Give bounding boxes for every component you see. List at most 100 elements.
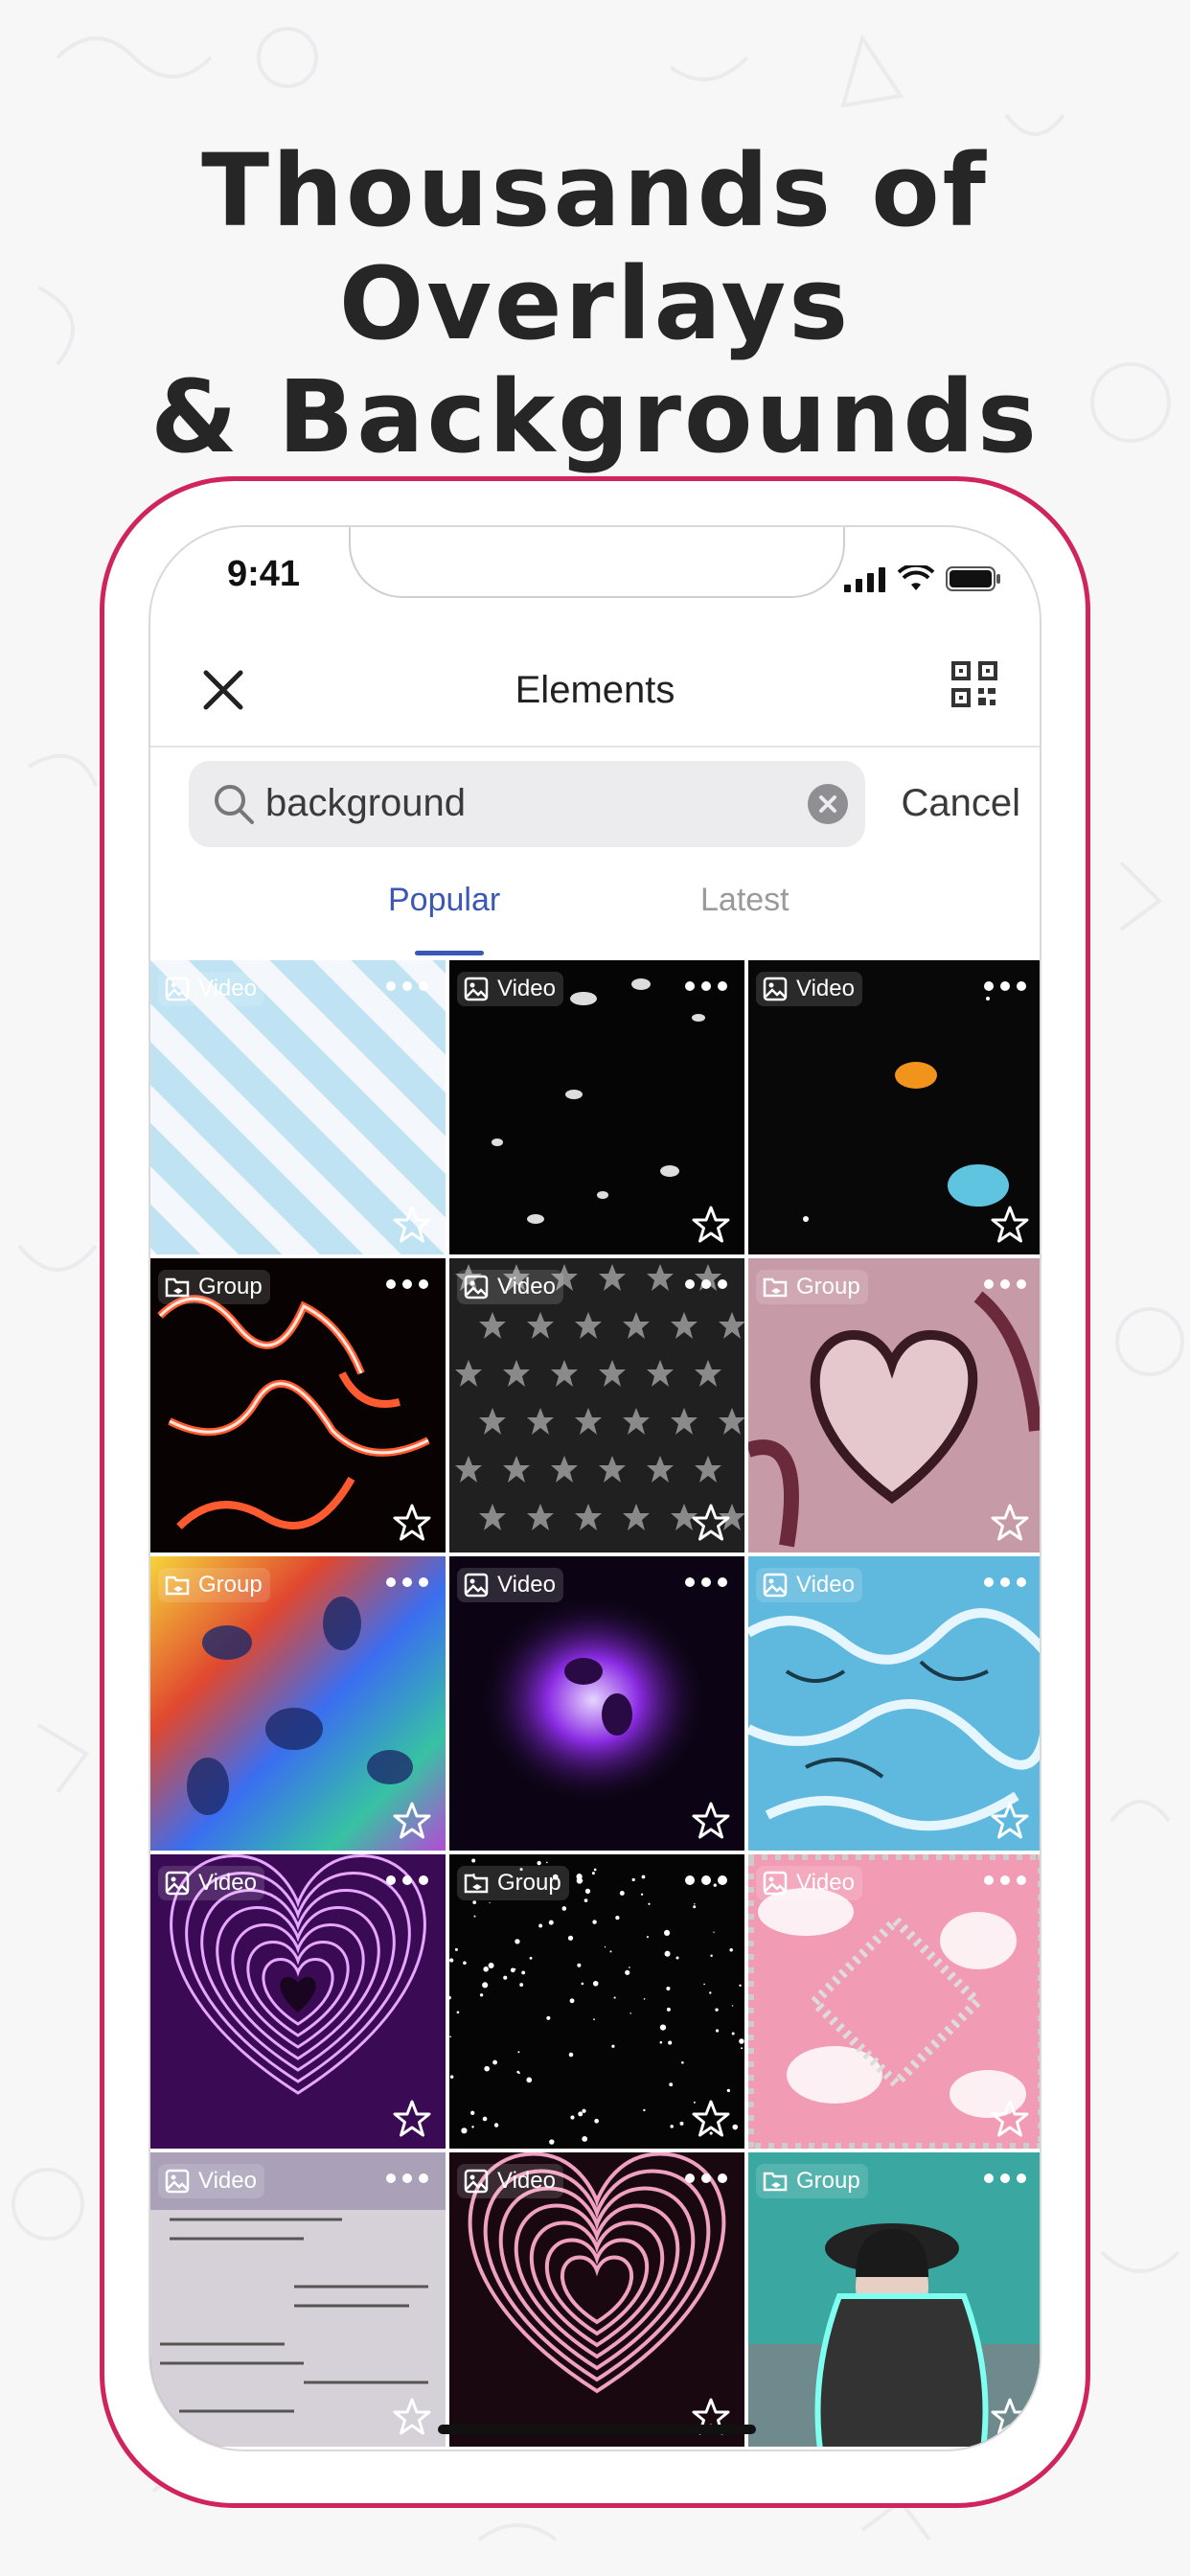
signal-icon: [844, 567, 885, 592]
image-icon: [763, 977, 788, 1001]
results-grid: Video Video Video Group Video Group Group Video…: [150, 960, 1040, 2447]
group-icon: [763, 2172, 788, 2192]
tile-type-badge: Video: [158, 1866, 264, 1900]
more-options-icon[interactable]: [683, 1874, 729, 1887]
cancel-button[interactable]: Cancel: [901, 782, 1020, 825]
favorite-star-icon[interactable]: [691, 1801, 731, 1841]
tile-type-label: Video: [497, 2168, 556, 2194]
tile-type-label: Video: [198, 976, 257, 1001]
element-tile[interactable]: Group: [748, 2152, 1040, 2447]
tile-type-badge: Group: [756, 2164, 868, 2198]
tile-type-label: Video: [198, 1870, 257, 1896]
image-icon: [763, 1871, 788, 1896]
favorite-star-icon[interactable]: [691, 1205, 731, 1245]
phone-notch: [349, 527, 845, 598]
image-icon: [464, 977, 489, 1001]
favorite-star-icon[interactable]: [990, 2397, 1030, 2437]
search-input[interactable]: background: [265, 782, 466, 825]
more-options-icon[interactable]: [683, 2172, 729, 2185]
tile-type-label: Group: [198, 1572, 263, 1598]
element-tile[interactable]: Video: [449, 1556, 744, 1851]
group-icon: [763, 1277, 788, 1298]
tile-type-label: Video: [796, 1572, 855, 1598]
element-tile[interactable]: Group: [449, 1854, 744, 2149]
tile-type-badge: Video: [756, 1866, 862, 1900]
battery-icon: [946, 566, 1000, 591]
favorite-star-icon[interactable]: [392, 2397, 432, 2437]
tile-type-label: Video: [497, 1274, 556, 1300]
tab-popular[interactable]: Popular: [388, 882, 500, 919]
home-indicator: [438, 2425, 756, 2434]
tile-type-badge: Video: [756, 972, 862, 1006]
app-screen: 9:41 Elements background Cancel Popular …: [149, 525, 1041, 2451]
tile-type-badge: Video: [756, 1568, 862, 1602]
favorite-star-icon[interactable]: [392, 1503, 432, 1543]
tile-type-label: Group: [796, 1274, 860, 1300]
element-tile[interactable]: Video: [748, 1854, 1040, 2149]
more-options-icon[interactable]: [683, 979, 729, 993]
favorite-star-icon[interactable]: [392, 1801, 432, 1841]
element-tile[interactable]: Group: [748, 1258, 1040, 1552]
clear-search-icon[interactable]: [806, 782, 850, 826]
tile-type-label: Video: [796, 1870, 855, 1896]
favorite-star-icon[interactable]: [990, 1503, 1030, 1543]
tile-type-badge: Group: [756, 1270, 868, 1304]
tile-type-badge: Video: [457, 972, 563, 1006]
image-icon: [165, 1871, 190, 1896]
qr-code-icon[interactable]: [951, 661, 997, 707]
more-options-icon[interactable]: [982, 979, 1028, 993]
element-tile[interactable]: Video: [449, 960, 744, 1254]
element-tile[interactable]: Video: [748, 960, 1040, 1254]
more-options-icon[interactable]: [982, 1874, 1028, 1887]
search-box[interactable]: background: [189, 761, 865, 847]
tab-latest[interactable]: Latest: [700, 882, 790, 919]
tile-type-label: Group: [198, 1274, 263, 1300]
tile-type-badge: Group: [158, 1270, 270, 1304]
tile-type-label: Video: [497, 976, 556, 1001]
element-tile[interactable]: Video: [748, 1556, 1040, 1851]
tile-type-badge: Video: [457, 2164, 563, 2198]
more-options-icon[interactable]: [982, 2172, 1028, 2185]
tile-type-badge: Video: [158, 2164, 264, 2198]
more-options-icon[interactable]: [982, 1576, 1028, 1589]
tile-type-badge: Video: [457, 1270, 563, 1304]
element-tile[interactable]: Video: [150, 960, 446, 1254]
element-tile[interactable]: Video: [150, 1854, 446, 2149]
group-icon: [464, 1874, 489, 1894]
element-tile[interactable]: Video: [449, 1258, 744, 1552]
wifi-icon: [898, 565, 934, 590]
more-options-icon[interactable]: [683, 1277, 729, 1291]
element-tile[interactable]: Video: [449, 2152, 744, 2447]
image-icon: [464, 1573, 489, 1598]
more-options-icon[interactable]: [982, 1277, 1028, 1291]
tile-type-label: Group: [796, 2168, 860, 2194]
tile-type-badge: Group: [457, 1866, 569, 1900]
favorite-star-icon[interactable]: [990, 2099, 1030, 2139]
element-tile[interactable]: Group: [150, 1556, 446, 1851]
tile-type-label: Video: [198, 2168, 257, 2194]
more-options-icon[interactable]: [683, 1576, 729, 1589]
favorite-star-icon[interactable]: [990, 1205, 1030, 1245]
nav-bar: Elements: [150, 632, 1040, 748]
tile-type-badge: Group: [158, 1568, 270, 1602]
status-time: 9:41: [227, 554, 301, 594]
element-tile[interactable]: Group: [150, 1258, 446, 1552]
element-tile[interactable]: Video: [150, 2152, 446, 2447]
more-options-icon[interactable]: [384, 1277, 430, 1291]
favorite-star-icon[interactable]: [691, 1503, 731, 1543]
more-options-icon[interactable]: [384, 1576, 430, 1589]
page-title: Elements: [515, 669, 675, 711]
image-icon: [165, 977, 190, 1001]
more-options-icon[interactable]: [384, 1874, 430, 1887]
image-icon: [763, 1573, 788, 1598]
image-icon: [165, 2169, 190, 2194]
group-icon: [165, 1277, 190, 1298]
favorite-star-icon[interactable]: [392, 2099, 432, 2139]
more-options-icon[interactable]: [384, 979, 430, 993]
tile-type-label: Video: [497, 1572, 556, 1598]
more-options-icon[interactable]: [384, 2172, 430, 2185]
favorite-star-icon[interactable]: [990, 1801, 1030, 1841]
favorite-star-icon[interactable]: [691, 2099, 731, 2139]
headline-line-2: & Backgrounds: [150, 358, 1040, 475]
favorite-star-icon[interactable]: [392, 1205, 432, 1245]
